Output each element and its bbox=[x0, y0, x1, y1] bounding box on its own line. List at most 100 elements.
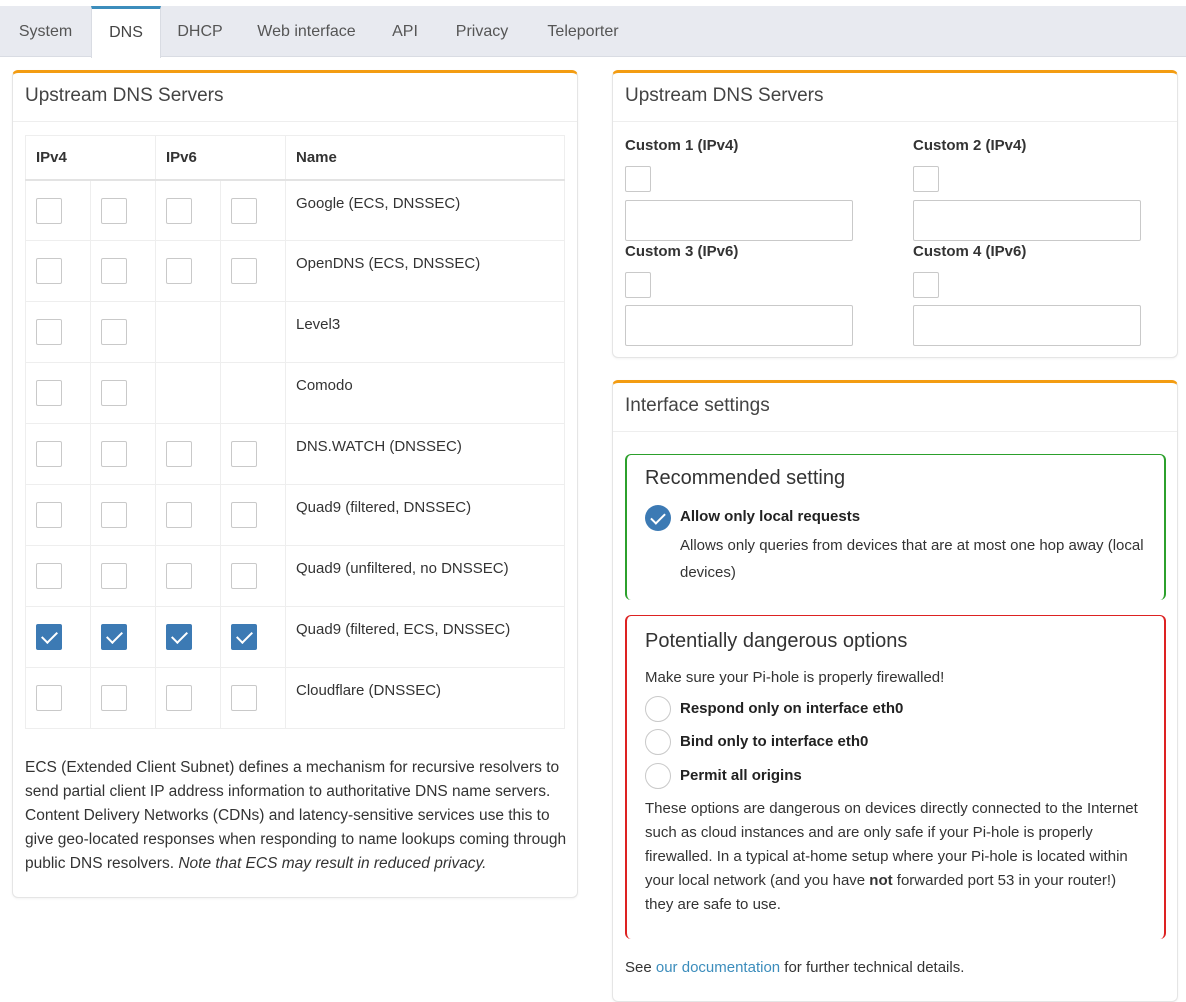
custom3-label: Custom 3 (IPv6) bbox=[625, 243, 739, 260]
table-row: DNS.WATCH (DNSSEC) bbox=[25, 423, 565, 485]
ipv6-checkbox[interactable] bbox=[166, 197, 192, 224]
ipv6-checkbox[interactable] bbox=[231, 258, 257, 284]
table-row: Quad9 (unfiltered, no DNSSEC) bbox=[25, 545, 565, 607]
ipv4-checkbox[interactable] bbox=[101, 502, 127, 528]
table-row: Comodo bbox=[25, 362, 565, 424]
ipv4-checkbox[interactable] bbox=[101, 563, 127, 589]
ipv6-checkbox[interactable] bbox=[166, 624, 192, 650]
ipv4-checkbox[interactable] bbox=[36, 319, 62, 345]
tab-teleporter[interactable]: Teleporter bbox=[528, 6, 638, 57]
allow-local-radio[interactable] bbox=[645, 505, 671, 531]
documentation-link[interactable]: our documentation bbox=[656, 959, 780, 976]
bind-eth0-label: Bind only to interface eth0 bbox=[680, 733, 869, 750]
ipv6-checkbox[interactable] bbox=[231, 685, 257, 711]
checkbox-cell bbox=[25, 362, 91, 424]
dns-table-body: Google (ECS, DNSSEC) OpenDNS (ECS, DNSSEC… bbox=[25, 179, 565, 729]
box-title: Upstream DNS Servers bbox=[613, 73, 1177, 122]
ipv6-checkbox[interactable] bbox=[231, 502, 257, 528]
ipv4-checkbox[interactable] bbox=[101, 380, 127, 406]
tab-api[interactable]: API bbox=[374, 6, 436, 57]
ipv6-checkbox[interactable] bbox=[166, 685, 192, 711]
custom4-input[interactable] bbox=[913, 305, 1141, 346]
checkbox-cell bbox=[25, 484, 91, 546]
ipv4-checkbox[interactable] bbox=[101, 197, 127, 224]
permit-all-radio[interactable] bbox=[645, 763, 671, 789]
ipv4-checkbox[interactable] bbox=[36, 197, 62, 224]
ipv6-checkbox[interactable] bbox=[231, 624, 257, 650]
box-title: Upstream DNS Servers bbox=[13, 73, 577, 122]
custom3-checkbox[interactable] bbox=[625, 272, 651, 298]
checkbox-cell bbox=[90, 667, 156, 729]
checkbox-cell bbox=[155, 667, 221, 729]
custom1-label: Custom 1 (IPv4) bbox=[625, 137, 739, 154]
tab-privacy[interactable]: Privacy bbox=[436, 6, 528, 57]
ipv4-checkbox[interactable] bbox=[36, 502, 62, 528]
custom1-checkbox[interactable] bbox=[625, 166, 651, 192]
checkbox-cell bbox=[25, 606, 91, 668]
table-row: OpenDNS (ECS, DNSSEC) bbox=[25, 240, 565, 302]
checkbox-cell bbox=[90, 484, 156, 546]
checkbox-cell bbox=[90, 179, 156, 241]
checkbox-cell bbox=[25, 240, 91, 302]
tab-dns[interactable]: DNS bbox=[91, 6, 161, 58]
ipv4-checkbox[interactable] bbox=[101, 319, 127, 345]
server-name: Quad9 (filtered, DNSSEC) bbox=[285, 484, 565, 546]
server-name: Quad9 (unfiltered, no DNSSEC) bbox=[285, 545, 565, 607]
custom2-checkbox[interactable] bbox=[913, 166, 939, 192]
ipv6-checkbox[interactable] bbox=[166, 258, 192, 284]
bind-eth0-radio[interactable] bbox=[645, 729, 671, 755]
ipv6-checkbox[interactable] bbox=[166, 563, 192, 589]
custom3-input[interactable] bbox=[625, 305, 853, 346]
ipv4-checkbox[interactable] bbox=[36, 563, 62, 589]
recommended-title: Recommended setting bbox=[645, 467, 846, 489]
ipv6-checkbox[interactable] bbox=[166, 441, 192, 467]
danger-title: Potentially dangerous options bbox=[645, 630, 908, 652]
allow-local-desc: Allows only queries from devices that ar… bbox=[680, 537, 1144, 581]
custom2-label: Custom 2 (IPv4) bbox=[913, 137, 1027, 154]
ipv4-checkbox[interactable] bbox=[36, 441, 62, 467]
ipv6-checkbox[interactable] bbox=[166, 502, 192, 528]
table-row: Cloudflare (DNSSEC) bbox=[25, 667, 565, 729]
checkbox-cell bbox=[155, 240, 221, 302]
checkbox-cell bbox=[155, 301, 221, 363]
ecs-note: Note that ECS may result in reduced priv… bbox=[178, 855, 487, 872]
ipv4-checkbox[interactable] bbox=[36, 624, 62, 650]
checkbox-cell bbox=[220, 362, 286, 424]
ipv4-checkbox[interactable] bbox=[36, 380, 62, 406]
checkbox-cell bbox=[155, 362, 221, 424]
danger-callout: Potentially dangerous options Make sure … bbox=[625, 615, 1166, 939]
server-name: OpenDNS (ECS, DNSSEC) bbox=[285, 240, 565, 302]
ipv4-checkbox[interactable] bbox=[101, 258, 127, 284]
ipv6-checkbox[interactable] bbox=[231, 441, 257, 467]
tab-system[interactable]: System bbox=[0, 6, 91, 57]
ipv6-checkbox[interactable] bbox=[231, 197, 257, 224]
custom4-label: Custom 4 (IPv6) bbox=[913, 243, 1027, 260]
server-name: Google (ECS, DNSSEC) bbox=[285, 179, 565, 241]
checkbox-cell bbox=[25, 179, 91, 241]
custom1-input[interactable] bbox=[625, 200, 853, 241]
custom2-input[interactable] bbox=[913, 200, 1141, 241]
see-text: See bbox=[625, 959, 652, 976]
respond-eth0-radio[interactable] bbox=[645, 696, 671, 722]
tab-web-interface[interactable]: Web interface bbox=[239, 6, 374, 57]
ipv4-checkbox[interactable] bbox=[101, 441, 127, 467]
ipv4-checkbox[interactable] bbox=[101, 624, 127, 650]
table-row: Level3 bbox=[25, 301, 565, 363]
tab-dhcp[interactable]: DHCP bbox=[161, 6, 239, 57]
ipv4-checkbox[interactable] bbox=[101, 685, 127, 711]
checkbox-cell bbox=[155, 606, 221, 668]
box-title: Interface settings bbox=[613, 383, 1177, 432]
custom-dns-box: Upstream DNS Servers Custom 1 (IPv4) Cus… bbox=[612, 70, 1178, 358]
table-row: Quad9 (filtered, ECS, DNSSEC) bbox=[25, 606, 565, 668]
custom4-checkbox[interactable] bbox=[913, 272, 939, 298]
checkbox-cell bbox=[220, 179, 286, 241]
ipv4-checkbox[interactable] bbox=[36, 685, 62, 711]
checkbox-cell bbox=[220, 423, 286, 485]
checkbox-cell bbox=[90, 301, 156, 363]
ipv6-checkbox[interactable] bbox=[231, 563, 257, 589]
danger-intro: Make sure your Pi-hole is properly firew… bbox=[645, 669, 945, 686]
server-name: Quad9 (filtered, ECS, DNSSEC) bbox=[285, 606, 565, 668]
ipv4-checkbox[interactable] bbox=[36, 258, 62, 284]
recommended-callout: Recommended setting Allow only local req… bbox=[625, 454, 1166, 600]
checkbox-cell bbox=[25, 423, 91, 485]
